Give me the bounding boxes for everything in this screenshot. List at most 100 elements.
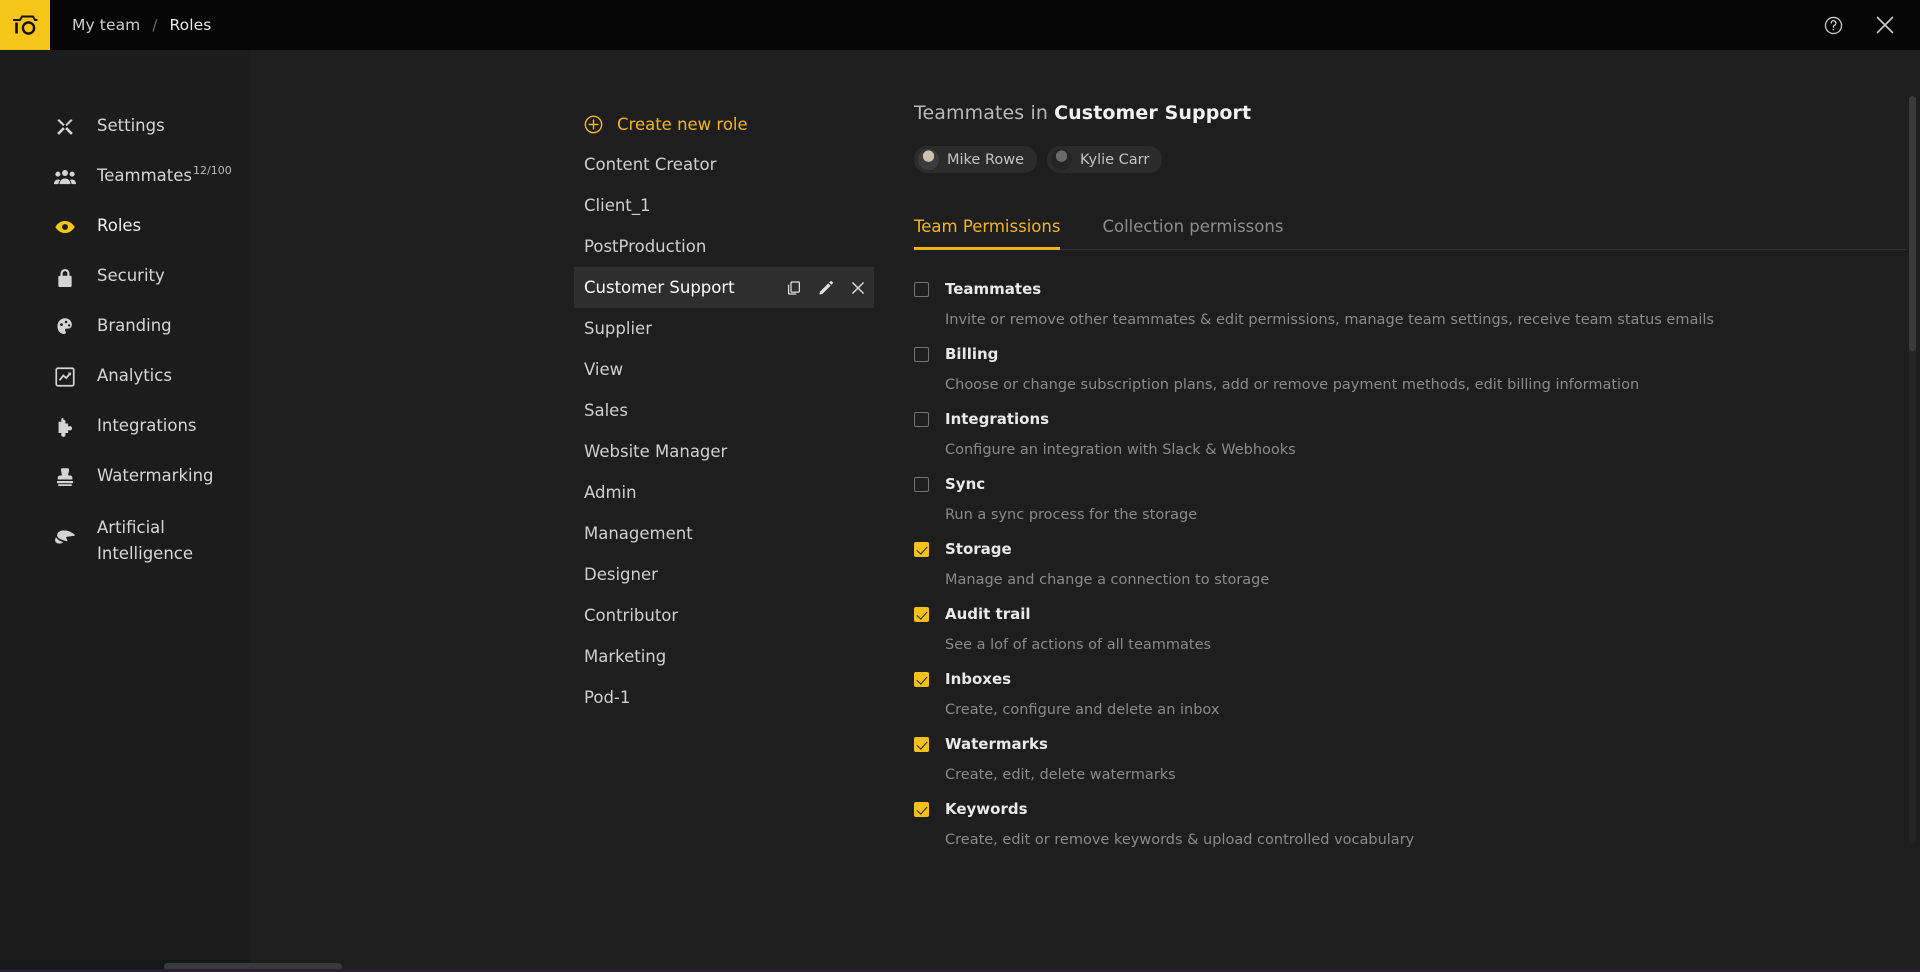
permission-row: Audit trail See a lof of actions of all … <box>914 605 1912 670</box>
role-item-label: Designer <box>584 565 658 584</box>
role-item[interactable]: Admin <box>574 472 874 513</box>
role-item[interactable]: Designer <box>574 554 874 595</box>
role-item-label: Admin <box>584 483 637 502</box>
tab-team-permissions[interactable]: Team Permissions <box>914 217 1061 250</box>
breadcrumb: My team / Roles <box>72 16 211 34</box>
panel-title: Teammates in Customer Support <box>914 102 1912 124</box>
vertical-scrollbar[interactable] <box>1909 96 1916 844</box>
sidebar-item-watermarking[interactable]: Watermarking <box>0 452 250 502</box>
copy-icon[interactable] <box>786 280 802 296</box>
teammate-chip[interactable]: Mike Rowe <box>914 146 1038 173</box>
role-item[interactable]: Website Manager <box>574 431 874 472</box>
sidebar-item-branding[interactable]: Branding <box>0 302 250 352</box>
permission-checkbox[interactable] <box>914 801 929 817</box>
permission-checkbox[interactable] <box>914 671 929 687</box>
plus-circle-icon <box>584 115 603 134</box>
role-item-label: Marketing <box>584 647 667 666</box>
role-item[interactable]: Pod-1 <box>574 677 874 718</box>
tools-icon <box>54 116 76 138</box>
permission-label: Sync <box>945 475 986 493</box>
close-icon[interactable] <box>850 280 866 296</box>
role-item-label: Management <box>584 524 693 543</box>
permission-label: Keywords <box>945 800 1028 818</box>
breadcrumb-my-team[interactable]: My team <box>72 16 140 34</box>
app-logo[interactable] <box>0 0 50 50</box>
sidebar-item-analytics[interactable]: Analytics <box>0 352 250 402</box>
permission-checkbox[interactable] <box>914 736 929 752</box>
sidebar-item-security[interactable]: Security <box>0 252 250 302</box>
role-item[interactable]: Marketing <box>574 636 874 677</box>
permission-description: Create, configure and delete an inbox <box>945 702 1220 718</box>
create-new-role-label: Create new role <box>617 114 748 134</box>
role-item-label: Pod-1 <box>584 688 631 707</box>
permission-checkbox[interactable] <box>914 541 929 557</box>
permission-description: See a lof of actions of all teammates <box>945 637 1212 653</box>
roles-settings-window: My team / Roles Settings Teammates 12/10… <box>0 0 1920 972</box>
teammate-name: Mike Rowe <box>947 151 1025 168</box>
tab-collection-permissions[interactable]: Collection permissons <box>1102 217 1283 250</box>
role-item[interactable]: Contributor <box>574 595 874 636</box>
role-item-label: Content Creator <box>584 155 717 174</box>
permission-checkbox[interactable] <box>914 606 929 622</box>
sidebar-item-teammates[interactable]: Teammates 12/100 <box>0 152 250 202</box>
role-item-label: Contributor <box>584 606 679 625</box>
create-new-role-button[interactable]: Create new role <box>574 104 874 144</box>
role-item[interactable]: PostProduction <box>574 226 874 267</box>
role-item-label: Website Manager <box>584 442 728 461</box>
sidebar-item-label-line1: Artificial <box>97 518 165 537</box>
permission-checkbox[interactable] <box>914 476 929 492</box>
puzzle-icon <box>54 416 76 438</box>
stamp-icon <box>54 466 76 488</box>
permission-row: Integrations Configure an integration wi… <box>914 410 1912 475</box>
role-item[interactable]: View <box>574 349 874 390</box>
permissions-list: Teammates Invite or remove other teammat… <box>914 280 1912 865</box>
roles-list: Create new role Content Creator Client_1… <box>574 104 874 718</box>
sidebar-item-settings[interactable]: Settings <box>0 102 250 152</box>
permission-description: Run a sync process for the storage <box>945 507 1198 523</box>
permissions-panel: Teammates in Customer Support Mike Rowe … <box>910 50 1912 972</box>
close-icon[interactable] <box>1872 12 1898 38</box>
sidebar-item-label: Analytics <box>97 366 172 385</box>
permission-label: Inboxes <box>945 670 1012 688</box>
top-bar-actions <box>1820 12 1920 38</box>
permission-checkbox[interactable] <box>914 411 929 427</box>
role-item-label: PostProduction <box>584 237 707 256</box>
permission-label: Billing <box>945 345 999 363</box>
tab-label: Collection permissons <box>1102 217 1284 236</box>
role-item-selected[interactable]: Customer Support <box>574 267 874 308</box>
permissions-tabs: Team Permissions Collection permissons <box>914 217 1906 250</box>
role-item-label: Client_1 <box>584 196 651 215</box>
permission-checkbox[interactable] <box>914 346 929 362</box>
help-circle-icon[interactable] <box>1820 12 1846 38</box>
permission-row: Watermarks Create, edit, delete watermar… <box>914 735 1912 800</box>
role-row-actions <box>786 280 866 296</box>
role-item[interactable]: Sales <box>574 390 874 431</box>
pencil-icon[interactable] <box>818 280 834 296</box>
sidebar-item-label-line2: Intelligence <box>97 544 194 563</box>
sidebar-item-label: Branding <box>97 316 172 335</box>
breadcrumb-roles[interactable]: Roles <box>169 16 211 34</box>
sidebar-item-integrations[interactable]: Integrations <box>0 402 250 452</box>
role-item[interactable]: Content Creator <box>574 144 874 185</box>
role-item[interactable]: Management <box>574 513 874 554</box>
sidebar-item-artificial-intelligence[interactable]: Artificial Intelligence <box>0 502 250 578</box>
people-icon <box>54 166 76 188</box>
panel-title-prefix: Teammates in <box>914 102 1055 124</box>
top-bar: My team / Roles <box>0 0 1920 50</box>
vertical-scrollbar-thumb[interactable] <box>1909 96 1916 351</box>
teammate-chip[interactable]: Kylie Carr <box>1047 146 1163 173</box>
chart-square-icon <box>54 366 76 388</box>
role-item-label: Customer Support <box>584 278 735 297</box>
sidebar-item-label: Teammates <box>97 166 193 185</box>
teammate-chip-list: Mike Rowe Kylie Carr <box>914 146 1912 173</box>
role-item[interactable]: Supplier <box>574 308 874 349</box>
sidebar-item-roles[interactable]: Roles <box>0 202 250 252</box>
role-item[interactable]: Client_1 <box>574 185 874 226</box>
permission-checkbox[interactable] <box>914 281 929 297</box>
permission-description: Manage and change a connection to storag… <box>945 572 1270 588</box>
permission-label: Teammates <box>945 280 1042 298</box>
permission-row: Sync Run a sync process for the storage <box>914 475 1912 540</box>
permission-description: Configure an integration with Slack & We… <box>945 442 1296 458</box>
permission-label: Storage <box>945 540 1012 558</box>
brain-icon <box>54 526 76 548</box>
